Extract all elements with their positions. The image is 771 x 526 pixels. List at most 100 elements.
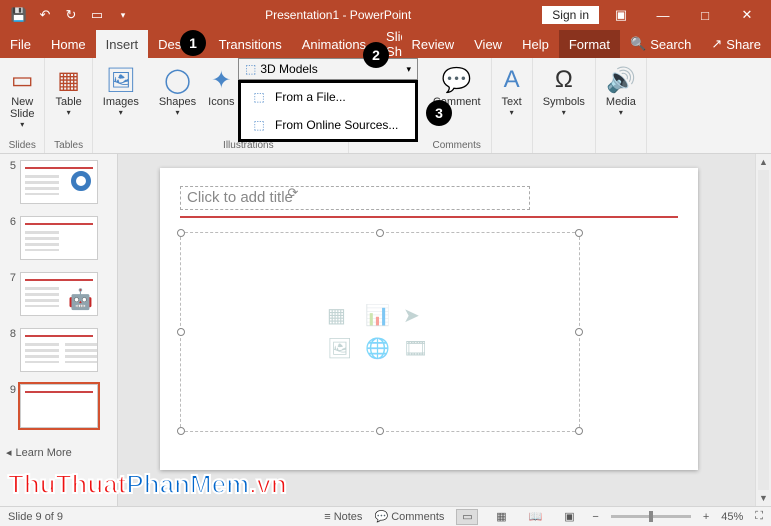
- current-slide[interactable]: Click to add title ⟳ ▦ 📊 ➤ 🖼 🌐: [160, 168, 698, 470]
- textbox-icon: A: [504, 64, 520, 96]
- workspace: 5 6 7 🤖 8 9 ◂ Learn More Click to add ti…: [0, 154, 771, 506]
- tab-transitions[interactable]: Transitions: [209, 30, 292, 58]
- group-symbols: Ω Symbols ▾: [533, 58, 596, 153]
- start-from-beginning-icon[interactable]: ▭: [86, 4, 108, 26]
- ribbon-display-icon[interactable]: ▣: [601, 1, 641, 29]
- zoom-out-icon[interactable]: −: [592, 511, 598, 523]
- insert-picture-icon[interactable]: 🖼: [327, 336, 357, 361]
- resize-handle[interactable]: [376, 229, 384, 237]
- menu-from-online[interactable]: ⬚ From Online Sources...: [241, 111, 415, 139]
- watermark: ThuThuatPhanMem.vn: [8, 469, 287, 500]
- tab-format[interactable]: Format: [559, 30, 620, 58]
- omega-icon: Ω: [555, 64, 573, 96]
- vertical-scrollbar[interactable]: ▲ ▼: [755, 154, 771, 506]
- media-button[interactable]: 🔊 Media ▾: [602, 62, 640, 119]
- slideshow-view-icon[interactable]: ▣: [558, 509, 580, 525]
- text-button[interactable]: A Text ▾: [498, 62, 526, 119]
- thumb-9[interactable]: 9: [0, 382, 117, 438]
- symbols-button[interactable]: Ω Symbols ▾: [539, 62, 589, 119]
- quick-access-toolbar: 💾 ↶ ↻ ▭ ▾: [0, 4, 134, 26]
- table-button[interactable]: ▦ Table ▾: [51, 62, 85, 119]
- tab-home[interactable]: Home: [41, 30, 96, 58]
- resize-handle[interactable]: [376, 427, 384, 435]
- tab-insert[interactable]: Insert: [96, 30, 149, 58]
- cube-icon: ⬚: [245, 62, 256, 76]
- ribbon: ▭ New Slide ▾ Slides ▦ Table ▾ Tables 🖼 …: [0, 58, 771, 154]
- thumb-7[interactable]: 7 🤖: [0, 270, 117, 326]
- resize-handle[interactable]: [575, 229, 583, 237]
- speaker-icon: 🔊: [606, 64, 636, 96]
- search-button[interactable]: 🔍Search: [620, 30, 701, 58]
- insert-table-icon[interactable]: ▦: [327, 303, 357, 328]
- annotation-2: 2: [363, 42, 389, 68]
- comment-icon: 💬: [442, 64, 472, 96]
- scroll-down-icon[interactable]: ▼: [756, 490, 771, 506]
- fit-to-window-icon[interactable]: ⛶: [755, 510, 763, 523]
- tab-review[interactable]: Review: [402, 30, 465, 58]
- tab-view[interactable]: View: [464, 30, 512, 58]
- minimize-icon[interactable]: —: [643, 1, 683, 29]
- title-underline: [180, 216, 678, 218]
- share-button[interactable]: ↗Share: [701, 30, 771, 58]
- save-icon[interactable]: 💾: [8, 4, 30, 26]
- status-bar: Slide 9 of 9 ≡ Notes 💬 Comments ▭ ▦ 📖 ▣ …: [0, 506, 771, 526]
- cube-file-icon: ⬚: [251, 89, 267, 105]
- zoom-level[interactable]: 45%: [721, 511, 743, 523]
- window-title: Presentation1 - PowerPoint: [134, 8, 542, 22]
- new-slide-button[interactable]: ▭ New Slide ▾: [6, 62, 38, 131]
- notes-button[interactable]: ≡ Notes: [324, 511, 362, 523]
- cube-globe-icon: ⬚: [251, 117, 267, 133]
- learn-more-link[interactable]: ◂ Learn More: [0, 438, 117, 467]
- thumb-8[interactable]: 8: [0, 326, 117, 382]
- annotation-3: 3: [426, 100, 452, 126]
- title-placeholder[interactable]: Click to add title ⟳: [180, 186, 530, 210]
- zoom-slider[interactable]: [611, 515, 691, 518]
- shapes-icon: ◯: [164, 64, 191, 96]
- annotation-1: 1: [180, 30, 206, 56]
- comments-button[interactable]: 💬 Comments: [374, 510, 444, 523]
- resize-handle[interactable]: [177, 427, 185, 435]
- scroll-up-icon[interactable]: ▲: [756, 154, 771, 170]
- maximize-icon[interactable]: □: [685, 1, 725, 29]
- sorter-view-icon[interactable]: ▦: [490, 509, 512, 525]
- tab-help[interactable]: Help: [512, 30, 559, 58]
- images-button[interactable]: 🖼 Images ▾: [99, 62, 143, 119]
- tab-file[interactable]: File: [0, 30, 41, 58]
- new-slide-icon: ▭: [11, 64, 34, 96]
- reading-view-icon[interactable]: 📖: [524, 509, 546, 525]
- insert-chart-icon[interactable]: 📊: [365, 303, 395, 328]
- menu-from-file[interactable]: ⬚ From a File...: [241, 83, 415, 111]
- title-bar: 💾 ↶ ↻ ▭ ▾ Presentation1 - PowerPoint Sig…: [0, 0, 771, 30]
- group-media: 🔊 Media ▾: [596, 58, 647, 153]
- three-d-models-button[interactable]: ⬚ 3D Models ▾: [238, 58, 418, 80]
- resize-handle[interactable]: [177, 328, 185, 336]
- content-type-icons: ▦ 📊 ➤ 🖼 🌐 🎞: [327, 303, 433, 361]
- insert-online-picture-icon[interactable]: 🌐: [365, 336, 395, 361]
- group-images: 🖼 Images ▾: [93, 58, 149, 153]
- undo-icon[interactable]: ↶: [34, 4, 56, 26]
- sign-in-button[interactable]: Sign in: [542, 6, 599, 24]
- resize-handle[interactable]: [575, 427, 583, 435]
- qat-dropdown-icon[interactable]: ▾: [112, 4, 134, 26]
- three-d-models-dropdown: ⬚ 3D Models ▾ ⬚ From a File... ⬚ From On…: [238, 58, 418, 142]
- group-tables: ▦ Table ▾ Tables: [45, 58, 92, 153]
- insert-smartart-icon[interactable]: ➤: [403, 303, 433, 328]
- normal-view-icon[interactable]: ▭: [456, 509, 478, 525]
- three-d-models-menu: ⬚ From a File... ⬚ From Online Sources..…: [238, 80, 418, 142]
- resize-handle[interactable]: [177, 229, 185, 237]
- insert-video-icon[interactable]: 🎞: [403, 336, 433, 361]
- content-placeholder[interactable]: ▦ 📊 ➤ 🖼 🌐 🎞: [180, 232, 580, 432]
- thumb-6[interactable]: 6: [0, 214, 117, 270]
- close-icon[interactable]: ✕: [727, 1, 767, 29]
- thumb-5[interactable]: 5: [0, 158, 117, 214]
- resize-handle[interactable]: [575, 328, 583, 336]
- zoom-in-icon[interactable]: +: [703, 511, 709, 523]
- icons-icon: ✦: [211, 64, 231, 96]
- table-icon: ▦: [57, 64, 80, 96]
- chevron-icon: ◂: [6, 446, 12, 459]
- shapes-button[interactable]: ◯ Shapes ▾: [155, 62, 200, 119]
- rotate-handle-icon[interactable]: ⟳: [288, 185, 299, 201]
- icons-button[interactable]: ✦ Icons: [204, 62, 238, 110]
- group-slides: ▭ New Slide ▾ Slides: [0, 58, 45, 153]
- redo-icon[interactable]: ↻: [60, 4, 82, 26]
